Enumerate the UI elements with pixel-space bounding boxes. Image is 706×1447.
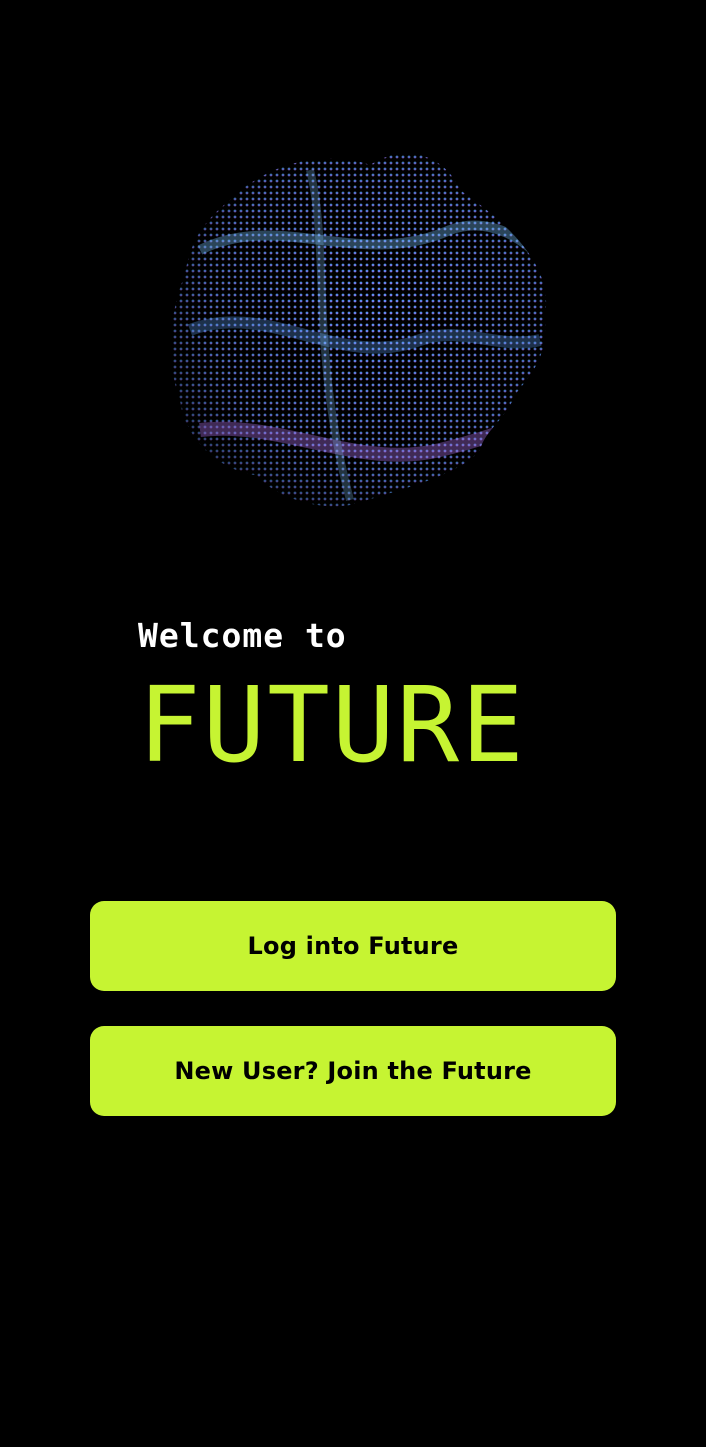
welcome-screen: Welcome to FUTURE Log into Future New Us… <box>0 0 706 1447</box>
signup-button[interactable]: New User? Join the Future <box>90 1026 616 1116</box>
particle-sphere-illustration <box>160 130 560 520</box>
login-button[interactable]: Log into Future <box>90 901 616 991</box>
welcome-greeting: Welcome to <box>138 616 347 655</box>
brand-title: FUTURE <box>138 664 526 786</box>
